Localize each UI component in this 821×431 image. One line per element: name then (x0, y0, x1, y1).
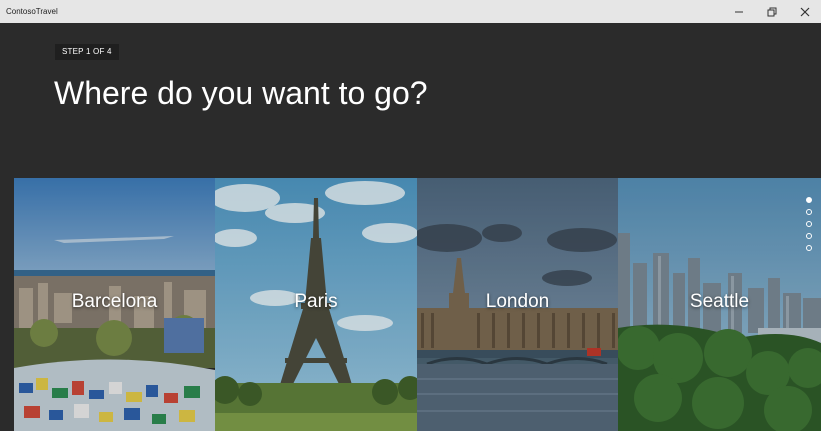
close-button[interactable] (788, 0, 821, 23)
pager-dot[interactable] (806, 233, 812, 239)
pager-dot[interactable] (806, 197, 812, 203)
close-icon (800, 7, 809, 16)
destination-tiles: Barcelona Paris London Seattle (14, 178, 821, 431)
destination-label: Barcelona (71, 291, 158, 312)
destination-tile-paris[interactable]: Paris (215, 178, 417, 431)
pager-dot[interactable] (806, 221, 812, 227)
step-badge: STEP 1 OF 4 (55, 44, 119, 60)
app-window: ContosoTravel STEP 1 OF 4 Where do you w… (0, 0, 821, 431)
minimize-button[interactable] (722, 0, 755, 23)
pager-dot[interactable] (806, 245, 812, 251)
destination-label: Seattle (689, 291, 750, 312)
destination-tile-seattle[interactable]: Seattle (618, 178, 821, 431)
pager-dots (804, 197, 814, 251)
page-header: STEP 1 OF 4 Where do you want to go? (14, 23, 821, 178)
restore-button[interactable] (755, 0, 788, 23)
restore-icon (767, 7, 776, 16)
destination-label: Paris (294, 291, 338, 312)
title-bar: ContosoTravel (0, 0, 821, 23)
minimize-icon (734, 11, 743, 12)
app-title: ContosoTravel (6, 7, 58, 16)
page-title: Where do you want to go? (54, 75, 428, 111)
destination-tile-barcelona[interactable]: Barcelona (14, 178, 215, 431)
destination-tile-london[interactable]: London (417, 178, 618, 431)
destination-label: London (485, 291, 550, 312)
pager-dot[interactable] (806, 209, 812, 215)
